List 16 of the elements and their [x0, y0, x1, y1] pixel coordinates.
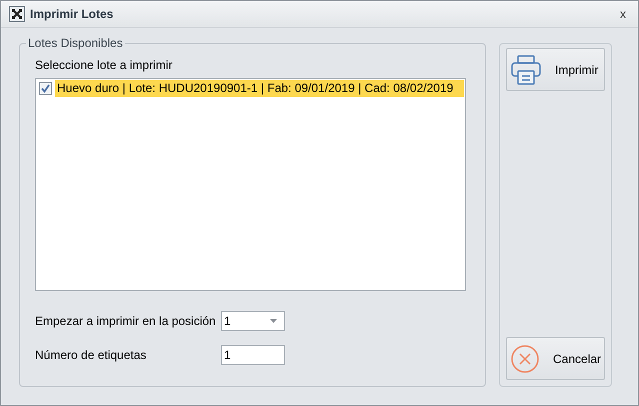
close-icon [511, 344, 539, 372]
checkbox[interactable] [39, 82, 52, 95]
print-button[interactable]: Imprimir [506, 48, 605, 91]
printer-icon [511, 54, 541, 84]
field-label: Número de etiquetas [35, 348, 148, 362]
close-button[interactable]: x [616, 7, 630, 21]
list-item[interactable]: Huevo duro | Lote: HUDU20190901-1 | Fab: 09/01/2019 | Cad: 08/02/2019 [55, 80, 464, 97]
list-label: Seleccione lote a imprimir [35, 58, 174, 72]
caret-icon [270, 319, 277, 323]
field-label: Empezar a imprimir en la posición [35, 314, 217, 328]
window-title: Imprimir Lotes [30, 7, 114, 21]
input-field[interactable]: 1 [221, 345, 285, 365]
position-dropdown[interactable]: 1 [221, 311, 285, 331]
app-icon [9, 6, 25, 22]
cancel-button[interactable]: Cancelar [506, 337, 605, 380]
group-title: Lotes Disponibles [26, 36, 125, 50]
